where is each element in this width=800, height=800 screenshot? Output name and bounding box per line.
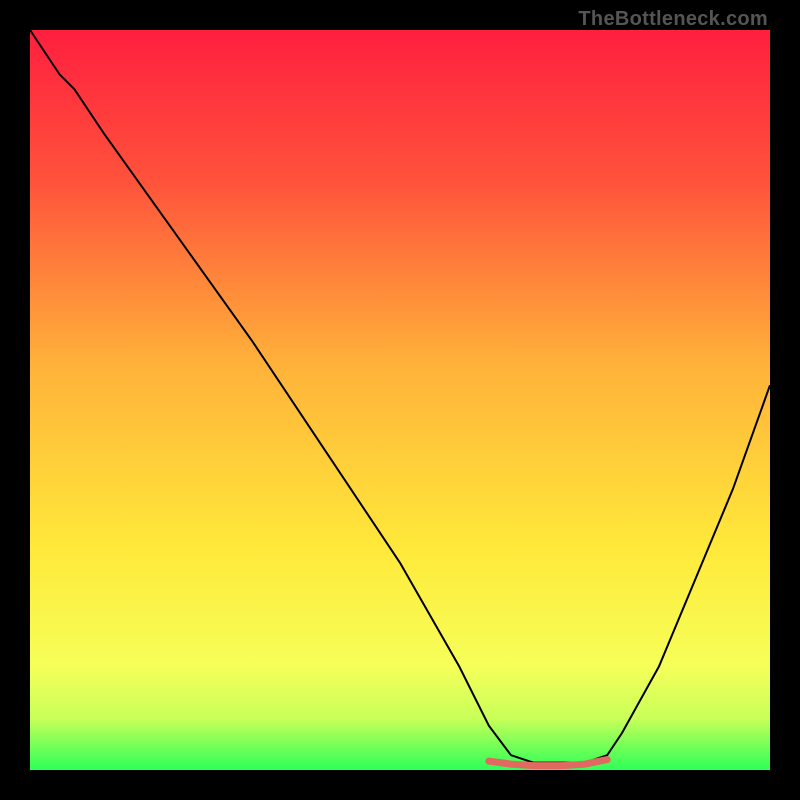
chart-frame: TheBottleneck.com [0, 0, 800, 800]
plot-area [30, 30, 770, 770]
chart-svg [30, 30, 770, 770]
gradient-background [30, 30, 770, 770]
watermark-text: TheBottleneck.com [578, 8, 768, 31]
